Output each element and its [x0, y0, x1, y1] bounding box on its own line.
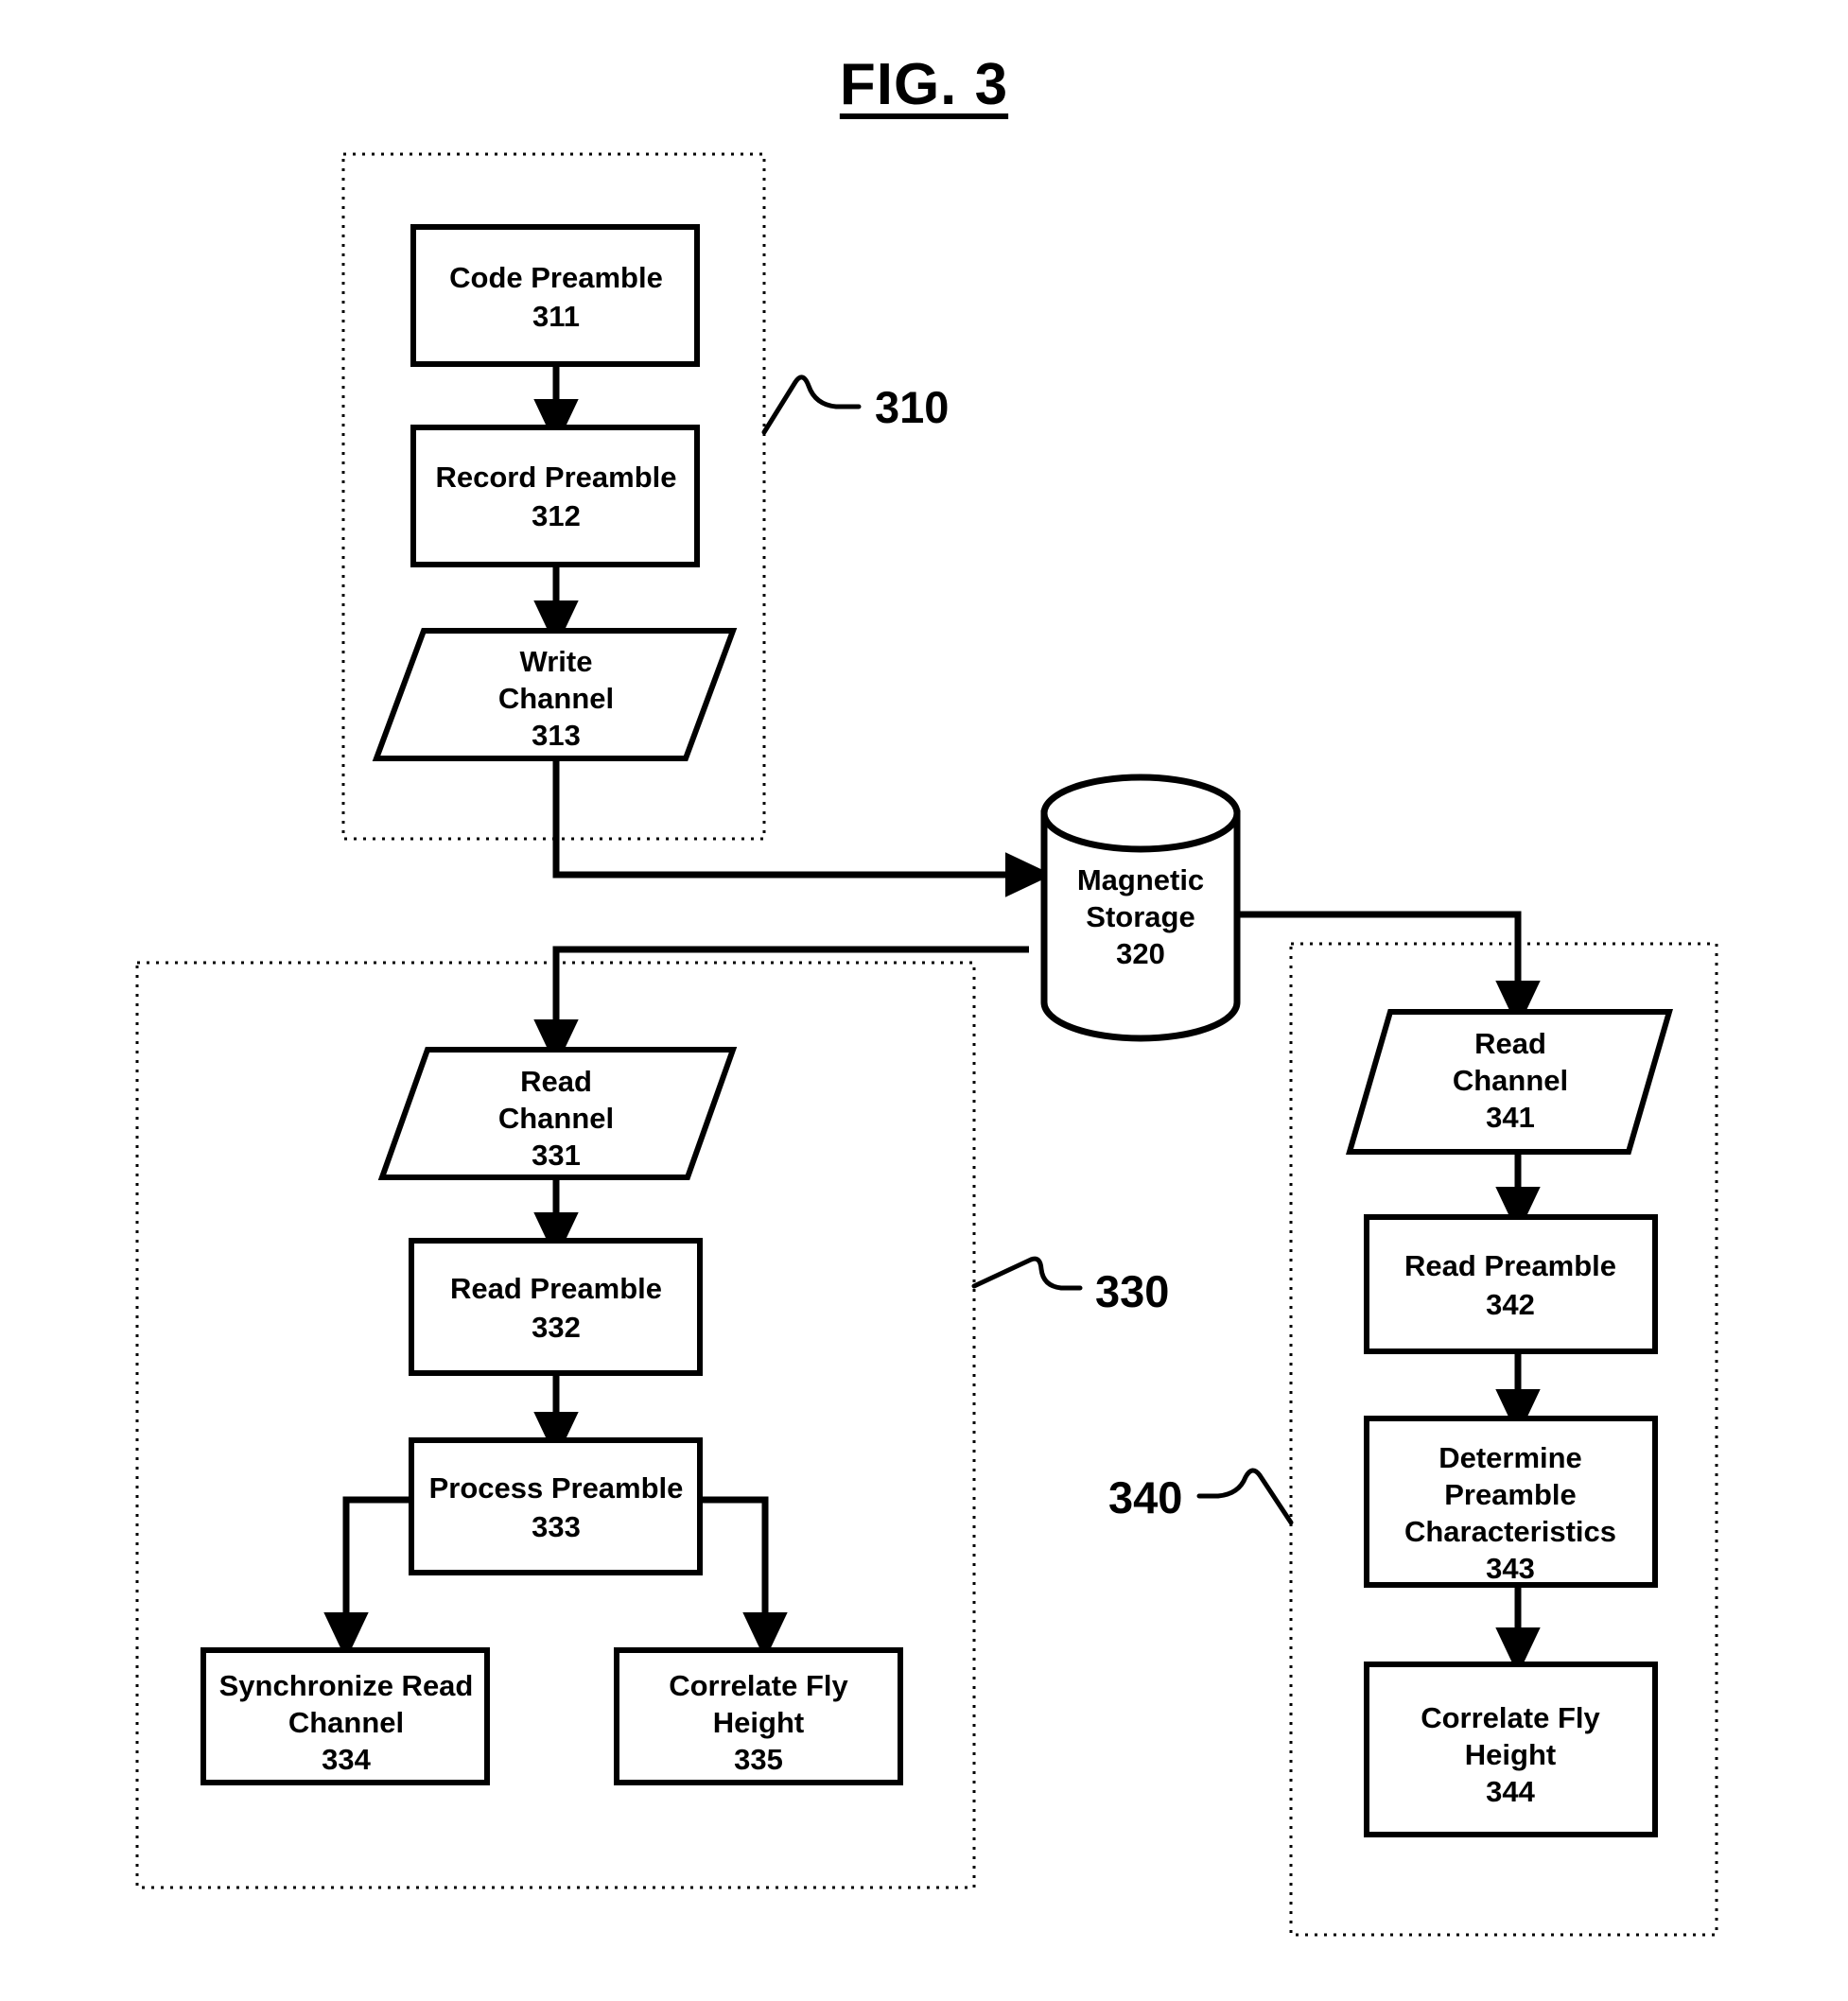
- node-correlate-fly-height-344-line-2: 344: [1486, 1775, 1535, 1808]
- node-correlate-fly-height-335-line-0: Correlate Fly: [669, 1669, 848, 1702]
- node-magnetic-storage-320-line-0: Magnetic: [1077, 863, 1204, 896]
- node-record-preamble-312[interactable]: [410, 425, 700, 567]
- node-read-preamble-342[interactable]: [1364, 1214, 1658, 1354]
- node-read-preamble-332-line-0: Read Preamble: [450, 1272, 662, 1305]
- group-ref-330: 330: [1095, 1266, 1169, 1316]
- node-record-preamble-312-line-1: 312: [532, 499, 581, 532]
- node-correlate-fly-height-335-line-1: Height: [713, 1706, 804, 1739]
- node-determine-preamble-characteristics-343-line-0: Determine: [1438, 1441, 1582, 1474]
- node-read-channel-331-line-1: Channel: [498, 1102, 614, 1135]
- node-process-preamble-333-line-1: 333: [532, 1510, 581, 1543]
- edge-333-to-334: [323, 1496, 411, 1661]
- leader-line-340: [1196, 1468, 1294, 1525]
- node-synchronize-read-channel-334-line-0: Synchronize Read: [219, 1669, 474, 1702]
- node-code-preamble-311-line-1: 311: [532, 300, 580, 333]
- node-correlate-fly-height-344-line-0: Correlate Fly: [1421, 1701, 1600, 1734]
- node-read-preamble-332-line-1: 332: [532, 1311, 581, 1344]
- node-write-channel-313-line-1: Channel: [498, 682, 614, 715]
- node-code-preamble-311[interactable]: [410, 224, 700, 367]
- node-synchronize-read-channel-334-line-1: Channel: [288, 1706, 404, 1739]
- node-determine-preamble-characteristics-343-line-1: Preamble: [1444, 1478, 1577, 1511]
- node-code-preamble-311-line-0: Code Preamble: [449, 261, 663, 294]
- node-read-channel-331-line-2: 331: [532, 1139, 581, 1172]
- edge-320-to-341: [1237, 911, 1541, 1029]
- node-magnetic-storage-320-top: [1040, 774, 1241, 853]
- node-determine-preamble-characteristics-343-line-3: 343: [1486, 1552, 1535, 1585]
- node-write-channel-313-line-0: Write: [520, 645, 593, 678]
- node-read-channel-341-line-2: 341: [1486, 1101, 1535, 1134]
- node-determine-preamble-characteristics-343-line-2: Characteristics: [1404, 1515, 1616, 1548]
- group-ref-310: 310: [875, 382, 949, 432]
- node-process-preamble-333[interactable]: [409, 1437, 703, 1575]
- node-read-channel-341-line-1: Channel: [1453, 1064, 1568, 1097]
- node-synchronize-read-channel-334-line-2: 334: [322, 1743, 371, 1776]
- diagram-canvas: Code Preamble 311 Record Preamble 312 Wr…: [135, 152, 1718, 1937]
- node-write-channel-313-line-2: 313: [532, 719, 581, 752]
- node-correlate-fly-height-335-line-2: 335: [734, 1743, 783, 1776]
- leader-line-310: [761, 374, 862, 435]
- node-read-preamble-332[interactable]: [409, 1238, 703, 1376]
- node-read-channel-341-line-0: Read: [1474, 1027, 1546, 1060]
- node-process-preamble-333-line-0: Process Preamble: [429, 1471, 684, 1505]
- node-correlate-fly-height-344-line-1: Height: [1465, 1738, 1556, 1771]
- edge-313-to-320: [552, 758, 1054, 897]
- node-record-preamble-312-line-0: Record Preamble: [436, 461, 677, 494]
- leader-line-330: [971, 1256, 1083, 1291]
- patent-figure: FIG. 3 Code Preamble 311 Record Preamble…: [0, 0, 1848, 2001]
- node-read-preamble-342-line-1: 342: [1486, 1288, 1535, 1321]
- node-read-channel-331-line-0: Read: [520, 1065, 592, 1098]
- node-magnetic-storage-320-line-2: 320: [1116, 937, 1165, 970]
- group-ref-340: 340: [1108, 1472, 1182, 1522]
- edge-333-to-335: [700, 1496, 788, 1661]
- node-magnetic-storage-320-line-1: Storage: [1086, 900, 1194, 933]
- node-read-preamble-342-line-0: Read Preamble: [1404, 1249, 1616, 1282]
